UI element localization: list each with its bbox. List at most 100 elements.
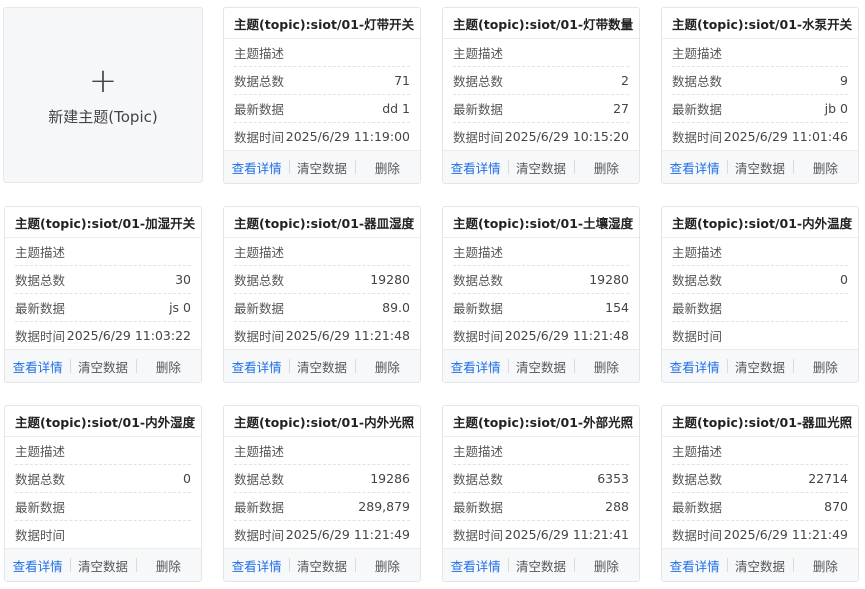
view-details-button[interactable]: 查看详情: [443, 158, 508, 177]
topic-card: 主题(topic): siot/01-外部光照 主题描述 数据总数 6353 最新数据 28…: [442, 405, 640, 582]
view-details-button[interactable]: 查看详情: [224, 357, 289, 376]
topic-prefix: 主题(topic):: [15, 215, 92, 231]
delete-button[interactable]: 删除: [573, 158, 639, 177]
new-topic-button[interactable]: + 新建主题(Topic): [3, 7, 203, 183]
delete-button[interactable]: 删除: [354, 158, 420, 177]
desc-label: 主题描述: [234, 46, 285, 61]
delete-button[interactable]: 删除: [792, 556, 858, 575]
clear-data-button[interactable]: 清空数据: [508, 158, 573, 177]
latest-row: 最新数据: [15, 493, 191, 521]
view-details-button[interactable]: 查看详情: [443, 556, 508, 575]
topic-name: siot/01-器皿光照: [748, 414, 853, 430]
latest-row: 最新数据 27: [453, 95, 629, 123]
time-label: 数据时间: [234, 329, 285, 344]
delete-button[interactable]: 删除: [792, 158, 858, 177]
count-label: 数据总数: [453, 74, 504, 89]
topic-name: siot/01-内外湿度: [91, 414, 196, 430]
count-value: 6353: [597, 471, 629, 486]
topic-name: siot/01-器皿湿度: [310, 215, 415, 231]
latest-label: 最新数据: [234, 301, 285, 316]
count-row: 数据总数 22714: [672, 465, 848, 493]
desc-label: 主题描述: [453, 444, 504, 459]
count-label: 数据总数: [672, 74, 723, 89]
latest-row: 最新数据 154: [453, 294, 629, 322]
delete-button[interactable]: 删除: [573, 357, 639, 376]
count-value: 0: [183, 471, 191, 486]
desc-label: 主题描述: [453, 245, 504, 260]
clear-data-button[interactable]: 清空数据: [727, 556, 792, 575]
topic-grid: + 新建主题(Topic) 主题(topic): siot/01-灯带开关 主题描述…: [0, 0, 865, 589]
clear-data-button[interactable]: 清空数据: [289, 158, 354, 177]
topic-card: 主题(topic): siot/01-土壤湿度 主题描述 数据总数 19280 最新数据 1…: [442, 206, 640, 383]
card-actions: 查看详情 清空数据 删除: [443, 150, 639, 183]
view-details-button[interactable]: 查看详情: [224, 556, 289, 575]
time-row: 数据时间 2025/6/29 11:19:00: [234, 123, 410, 150]
clear-data-button[interactable]: 清空数据: [508, 556, 573, 575]
delete-button[interactable]: 删除: [135, 357, 201, 376]
delete-button[interactable]: 删除: [573, 556, 639, 575]
topic-name: siot/01-内外光照: [310, 414, 415, 430]
clear-data-button[interactable]: 清空数据: [70, 556, 135, 575]
desc-row: 主题描述: [672, 238, 848, 266]
delete-button[interactable]: 删除: [792, 357, 858, 376]
view-details-button[interactable]: 查看详情: [662, 556, 727, 575]
time-row: 数据时间 2025/6/29 11:21:48: [234, 322, 410, 349]
time-label: 数据时间: [453, 329, 504, 344]
card-header: 主题(topic): siot/01-内外光照: [224, 406, 420, 437]
latest-row: 最新数据 870: [672, 493, 848, 521]
topic-card: 主题(topic): siot/01-加湿开关 主题描述 数据总数 30 最新数据 js 0…: [4, 206, 202, 383]
card-actions: 查看详情 清空数据 删除: [443, 548, 639, 581]
topic-prefix: 主题(topic):: [15, 414, 92, 430]
view-details-button[interactable]: 查看详情: [5, 556, 70, 575]
card-header: 主题(topic): siot/01-加湿开关: [5, 207, 201, 238]
view-details-button[interactable]: 查看详情: [224, 158, 289, 177]
topic-prefix: 主题(topic):: [234, 16, 311, 32]
view-details-button[interactable]: 查看详情: [5, 357, 70, 376]
latest-value: js 0: [169, 300, 191, 315]
count-row: 数据总数 19280: [234, 266, 410, 294]
topic-name: siot/01-灯带数量: [529, 16, 634, 32]
desc-label: 主题描述: [15, 245, 66, 260]
delete-button[interactable]: 删除: [354, 556, 420, 575]
count-value: 0: [840, 272, 848, 287]
clear-data-button[interactable]: 清空数据: [289, 556, 354, 575]
count-value: 19280: [370, 272, 410, 287]
latest-label: 最新数据: [672, 102, 723, 117]
clear-data-button[interactable]: 清空数据: [289, 357, 354, 376]
clear-data-button[interactable]: 清空数据: [727, 158, 792, 177]
time-value: 2025/6/29 11:21:48: [504, 328, 629, 343]
time-label: 数据时间: [15, 528, 66, 543]
desc-row: 主题描述: [672, 437, 848, 465]
delete-button[interactable]: 删除: [354, 357, 420, 376]
desc-row: 主题描述: [672, 39, 848, 67]
count-label: 数据总数: [15, 472, 66, 487]
card-actions: 查看详情 清空数据 删除: [224, 548, 420, 581]
desc-label: 主题描述: [672, 46, 723, 61]
card-header: 主题(topic): siot/01-土壤湿度: [443, 207, 639, 238]
delete-button[interactable]: 删除: [135, 556, 201, 575]
card-header: 主题(topic): siot/01-器皿湿度: [224, 207, 420, 238]
topic-prefix: 主题(topic):: [453, 215, 530, 231]
view-details-button[interactable]: 查看详情: [662, 158, 727, 177]
topic-name: siot/01-加湿开关: [91, 215, 196, 231]
latest-row: 最新数据 89.0: [234, 294, 410, 322]
latest-row: 最新数据 js 0: [15, 294, 191, 322]
clear-data-button[interactable]: 清空数据: [727, 357, 792, 376]
card-actions: 查看详情 清空数据 删除: [662, 150, 858, 183]
time-value: 2025/6/29 10:15:20: [504, 129, 629, 144]
card-actions: 查看详情 清空数据 删除: [5, 548, 201, 581]
view-details-button[interactable]: 查看详情: [662, 357, 727, 376]
card-header: 主题(topic): siot/01-内外湿度: [5, 406, 201, 437]
card-actions: 查看详情 清空数据 删除: [662, 548, 858, 581]
view-details-button[interactable]: 查看详情: [443, 357, 508, 376]
plus-icon: +: [88, 60, 118, 101]
latest-label: 最新数据: [453, 301, 504, 316]
count-row: 数据总数 9: [672, 67, 848, 95]
count-row: 数据总数 19280: [453, 266, 629, 294]
count-label: 数据总数: [234, 273, 285, 288]
time-value: 2025/6/29 11:01:46: [723, 129, 848, 144]
count-value: 19280: [589, 272, 629, 287]
clear-data-button[interactable]: 清空数据: [508, 357, 573, 376]
clear-data-button[interactable]: 清空数据: [70, 357, 135, 376]
topic-card: 主题(topic): siot/01-内外光照 主题描述 数据总数 19286 最新数据 2…: [223, 405, 421, 582]
